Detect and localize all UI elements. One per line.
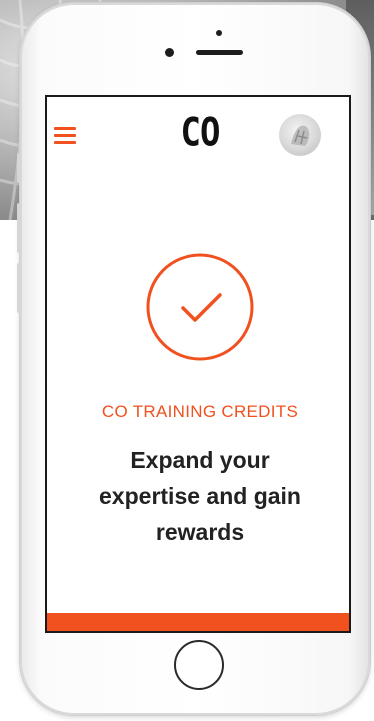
checkmark-circle-icon <box>146 253 254 361</box>
headline-line: expertise and gain <box>99 483 301 509</box>
bottom-accent-bar <box>47 613 349 631</box>
headline: Expand your expertise and gain rewards <box>47 442 349 550</box>
credits-title: CO TRAINING CREDITS <box>101 402 299 421</box>
earpiece-speaker <box>196 50 243 55</box>
phone-volume-down-button <box>17 263 21 313</box>
phone-side-button <box>17 153 21 183</box>
proximity-sensor <box>216 30 222 36</box>
user-avatar[interactable] <box>279 114 321 156</box>
phone-screen: CO CO TRAINING CREDITS Expand your exper… <box>45 95 351 633</box>
headline-line: Expand your <box>130 447 270 473</box>
front-camera <box>165 48 174 57</box>
headline-line: rewards <box>155 519 245 545</box>
home-button[interactable] <box>174 640 224 690</box>
avatar-image <box>291 125 310 146</box>
phone-volume-up-button <box>17 203 21 253</box>
